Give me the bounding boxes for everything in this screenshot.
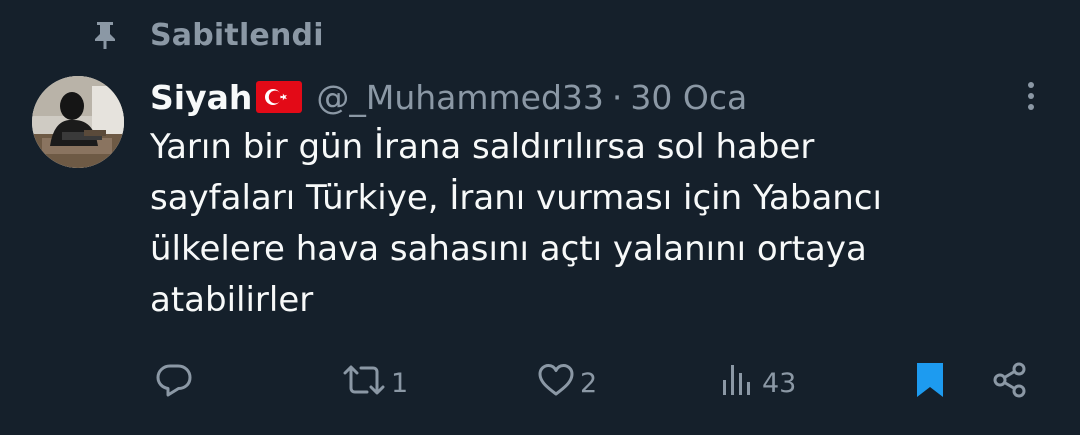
share-icon	[990, 360, 1030, 407]
views-count: 43	[762, 367, 797, 399]
share-button[interactable]	[990, 358, 1030, 408]
retweet-button[interactable]: 1	[341, 358, 408, 408]
like-count: 2	[580, 367, 598, 399]
avatar[interactable]	[32, 76, 124, 168]
action-bar: 1 2 43	[0, 358, 1080, 408]
display-name[interactable]: Siyah	[150, 78, 252, 117]
tweet-text-line: ülkelere hava sahasını açtı yalanını ort…	[150, 229, 867, 269]
retweet-count: 1	[391, 367, 409, 399]
tweet-text-line: sayfaları Türkiye, İranı vurması için Ya…	[150, 178, 882, 218]
views-button[interactable]: 43	[718, 358, 796, 408]
bookmark-icon	[910, 360, 950, 407]
pinned-label: Sabitlendi	[150, 17, 324, 53]
tweet-text: Yarın bir gün İrana saldırılırsa sol hab…	[150, 122, 1030, 326]
retweet-icon	[341, 360, 387, 407]
separator-dot: ·	[611, 77, 623, 117]
tweet-date[interactable]: 30 Oca	[630, 78, 747, 117]
turkey-flag-icon	[256, 81, 303, 113]
reply-icon	[154, 360, 194, 407]
pin-icon	[88, 18, 122, 52]
bookmark-button[interactable]	[910, 358, 950, 408]
pinned-indicator: Sabitlendi	[88, 14, 324, 56]
like-button[interactable]: 2	[536, 358, 597, 408]
tweet[interactable]: Sabitlendi Siyah @_Muhammed33 · 30 Oca Y…	[0, 0, 1080, 435]
reply-button[interactable]	[154, 358, 198, 408]
tweet-text-line: atabilirler	[150, 280, 314, 320]
handle[interactable]: @_Muhammed33	[316, 78, 604, 117]
tweet-text-line: Yarın bir gün İrana saldırılırsa sol hab…	[150, 127, 815, 167]
more-options-icon[interactable]	[1016, 78, 1046, 114]
heart-icon	[536, 360, 576, 407]
views-icon	[718, 360, 758, 407]
tweet-header: Siyah @_Muhammed33 · 30 Oca	[150, 74, 747, 120]
